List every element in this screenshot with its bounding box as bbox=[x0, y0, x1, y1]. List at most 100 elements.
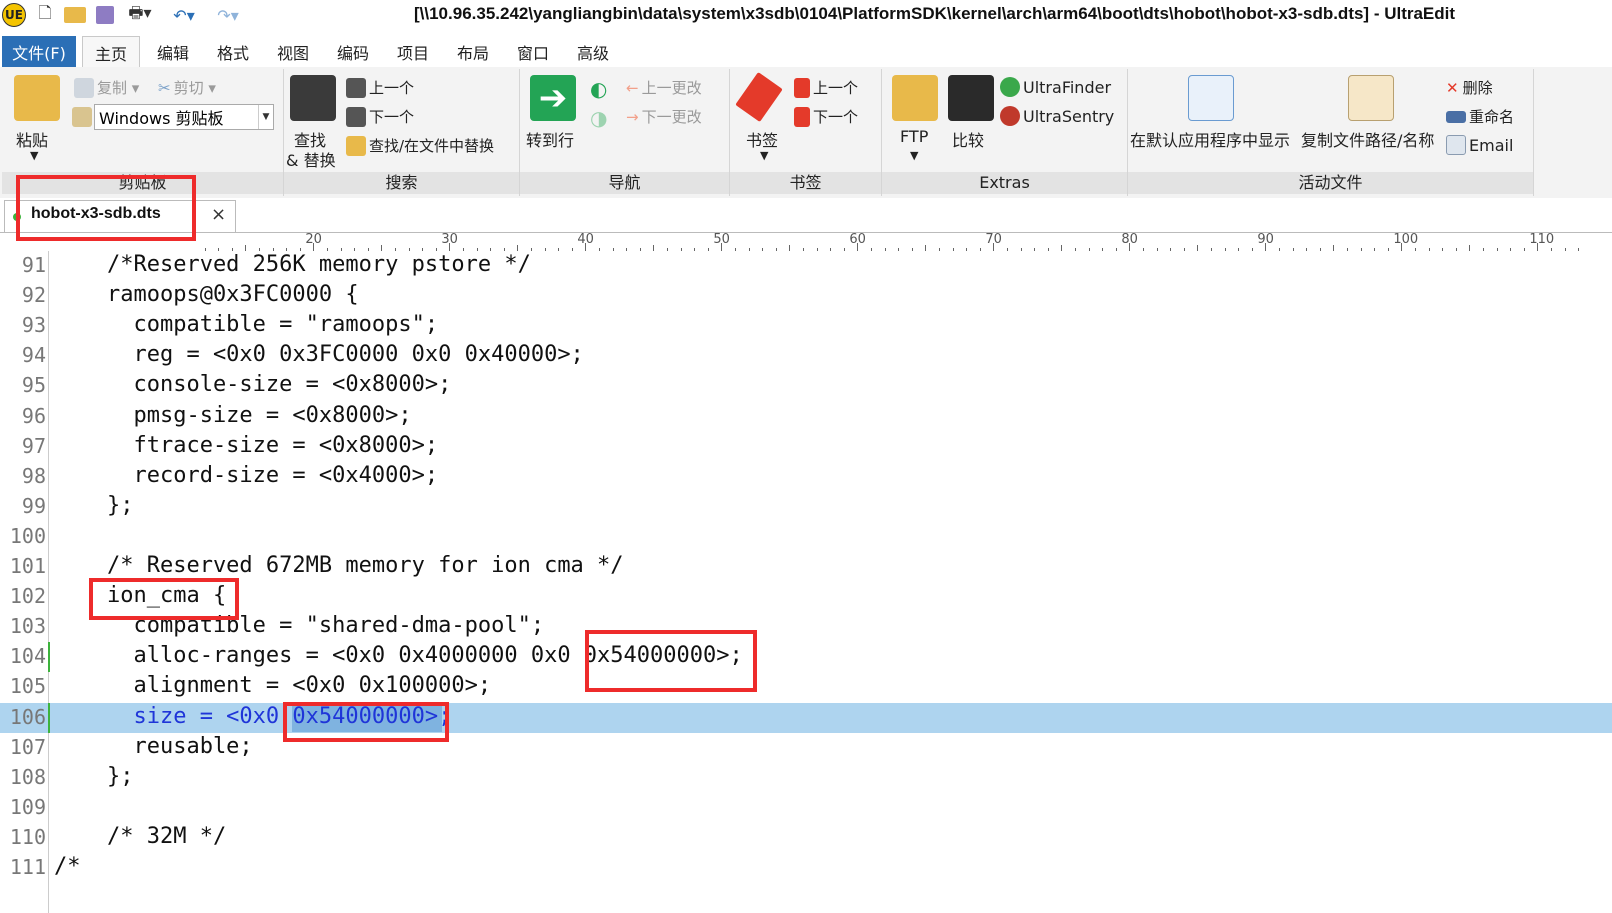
code-line[interactable]: 105 alignment = <0x0 0x100000>; bbox=[0, 672, 1612, 702]
undo-icon[interactable]: ↶▾ bbox=[164, 3, 204, 27]
prev-change-button[interactable]: ← 上一更改 bbox=[626, 77, 702, 98]
tab-advanced[interactable]: 高级 bbox=[566, 36, 620, 67]
code-text[interactable]: }; bbox=[54, 493, 134, 518]
find-next-button[interactable]: 下一个 bbox=[346, 106, 414, 127]
close-tab-icon[interactable]: × bbox=[211, 204, 226, 225]
code-text[interactable]: ftrace-size = <0x8000>; bbox=[54, 433, 438, 458]
rename-icon bbox=[1446, 110, 1466, 123]
bookmark-button[interactable]: 书签 bbox=[746, 127, 778, 151]
code-line[interactable]: 98 record-size = <0x4000>; bbox=[0, 462, 1612, 492]
code-text[interactable]: reg = <0x0 0x3FC0000 0x0 0x40000>; bbox=[54, 342, 583, 367]
code-text[interactable]: pmsg-size = <0x8000>; bbox=[54, 403, 411, 428]
code-text[interactable]: compatible = "shared-dma-pool"; bbox=[54, 613, 544, 638]
find-replace-label-2[interactable]: & 替换 bbox=[286, 147, 336, 171]
tab-edit[interactable]: 编辑 bbox=[146, 36, 200, 67]
code-line[interactable]: 92 ramoops@0x3FC0000 { bbox=[0, 281, 1612, 311]
code-line[interactable]: 104 alloc-ranges = <0x0 0x4000000 0x0 0x… bbox=[0, 642, 1612, 673]
bookmark-icon bbox=[735, 72, 783, 122]
find-in-files-button[interactable]: 查找/在文件中替换 bbox=[346, 135, 494, 156]
code-line[interactable]: 95 console-size = <0x8000>; bbox=[0, 371, 1612, 401]
arrow-right-icon: → bbox=[626, 107, 639, 126]
search-group-label: 搜索 bbox=[284, 172, 519, 194]
code-text[interactable]: ion_cma { bbox=[54, 583, 226, 608]
code-line[interactable]: 109 bbox=[0, 793, 1612, 823]
bookmark-prev-button[interactable]: 上一个 bbox=[794, 77, 858, 98]
code-text[interactable]: alignment = <0x0 0x100000>; bbox=[54, 673, 491, 698]
code-line[interactable]: 108 }; bbox=[0, 763, 1612, 793]
nav-forward-icon[interactable]: ◑ bbox=[590, 106, 607, 130]
compare-button[interactable]: 比较 bbox=[952, 127, 984, 151]
show-in-default-app-button[interactable]: 在默认应用程序中显示 bbox=[1130, 127, 1290, 151]
code-text[interactable]: compatible = "ramoops"; bbox=[54, 312, 438, 337]
navigation-group-label: 导航 bbox=[520, 172, 729, 194]
code-text[interactable]: record-size = <0x4000>; bbox=[54, 463, 438, 488]
file-tab[interactable]: hobot-x3-sdb.dts × bbox=[4, 200, 236, 232]
code-line[interactable]: 102 ion_cma { bbox=[0, 582, 1612, 612]
code-text[interactable]: /* Reserved 672MB memory for ion cma */ bbox=[54, 553, 624, 578]
code-line[interactable]: 94 reg = <0x0 0x3FC0000 0x0 0x40000>; bbox=[0, 341, 1612, 371]
paste-button[interactable]: 粘贴 bbox=[16, 127, 48, 151]
open-folder-icon[interactable] bbox=[62, 3, 88, 27]
code-text[interactable]: ramoops@0x3FC0000 { bbox=[54, 282, 359, 307]
code-line[interactable]: 93 compatible = "ramoops"; bbox=[0, 311, 1612, 341]
rename-file-button[interactable]: 重命名 bbox=[1446, 106, 1514, 127]
code-line[interactable]: 91 /*Reserved 256K memory pstore */ bbox=[0, 251, 1612, 281]
clipboard-select[interactable]: Windows 剪贴板 ▼ bbox=[94, 104, 274, 130]
code-line[interactable]: 101 /* Reserved 672MB memory for ion cma… bbox=[0, 552, 1612, 582]
ftp-button[interactable]: FTP bbox=[900, 127, 928, 146]
ultrasentry-button[interactable]: UltraSentry bbox=[1000, 106, 1114, 126]
bookmark-next-button[interactable]: 下一个 bbox=[794, 106, 858, 127]
menu-file[interactable]: 文件(F) bbox=[2, 36, 76, 67]
tab-project[interactable]: 项目 bbox=[386, 36, 440, 67]
code-line[interactable]: 99 }; bbox=[0, 492, 1612, 522]
cut-button[interactable]: ✂ 剪切 ▾ bbox=[158, 77, 216, 98]
code-text[interactable]: reusable; bbox=[54, 734, 252, 759]
new-file-icon[interactable]: 🗋 bbox=[34, 3, 56, 27]
code-text[interactable]: console-size = <0x8000>; bbox=[54, 372, 451, 397]
line-number: 99 bbox=[21, 493, 46, 518]
nav-back-icon[interactable]: ◐ bbox=[590, 77, 607, 101]
code-line[interactable]: 111 /* bbox=[0, 853, 1612, 883]
tab-format[interactable]: 格式 bbox=[206, 36, 260, 67]
delete-file-button[interactable]: ✕ 删除 bbox=[1446, 77, 1493, 98]
code-line[interactable]: 106 size = <0x0 0x54000000>; bbox=[0, 702, 1612, 733]
copy-button[interactable]: 复制 ▾ bbox=[74, 77, 139, 98]
bookmarks-group: 书签 ▼ 上一个 下一个 书签 bbox=[730, 69, 882, 196]
tab-window[interactable]: 窗口 bbox=[506, 36, 560, 67]
ultrafinder-icon bbox=[1000, 77, 1020, 97]
paste-dropdown-icon[interactable]: ▼ bbox=[30, 149, 38, 162]
extras-group-label: Extras bbox=[882, 172, 1127, 194]
code-line[interactable]: 100 bbox=[0, 522, 1612, 552]
bookmarks-group-label: 书签 bbox=[730, 172, 881, 194]
ultrafinder-button[interactable]: UltraFinder bbox=[1000, 77, 1111, 97]
code-text[interactable]: /* bbox=[54, 854, 81, 879]
save-icon[interactable] bbox=[92, 3, 118, 27]
code-line[interactable]: 103 compatible = "shared-dma-pool"; bbox=[0, 612, 1612, 642]
code-text[interactable]: /*Reserved 256K memory pstore */ bbox=[54, 252, 531, 277]
tab-home[interactable]: 主页 bbox=[82, 36, 140, 68]
tab-layout[interactable]: 布局 bbox=[446, 36, 500, 67]
print-icon[interactable]: 🖶▾ bbox=[122, 3, 158, 27]
ftp-dropdown-icon[interactable]: ▼ bbox=[910, 149, 918, 162]
copy-path-button[interactable]: 复制文件路径/名称 bbox=[1301, 127, 1434, 151]
tab-encoding[interactable]: 编码 bbox=[326, 36, 380, 67]
code-line[interactable]: 97 ftrace-size = <0x8000>; bbox=[0, 432, 1612, 462]
code-text[interactable]: size = <0x0 0x54000000>; bbox=[54, 704, 451, 729]
modified-line-marker bbox=[48, 702, 50, 733]
code-text[interactable]: }; bbox=[54, 764, 134, 789]
line-number: 91 bbox=[21, 253, 46, 277]
code-text[interactable]: /* 32M */ bbox=[54, 824, 226, 849]
code-line[interactable]: 110 /* 32M */ bbox=[0, 823, 1612, 853]
code-editor[interactable]: 91 /*Reserved 256K memory pstore */92 ra… bbox=[0, 251, 1612, 913]
ruler-label: 20 bbox=[305, 233, 322, 247]
redo-icon[interactable]: ↷▾ bbox=[208, 3, 248, 27]
find-prev-button[interactable]: 上一个 bbox=[346, 77, 414, 98]
next-change-button[interactable]: → 下一更改 bbox=[626, 106, 702, 127]
tab-view[interactable]: 视图 bbox=[266, 36, 320, 67]
email-button[interactable]: Email bbox=[1446, 135, 1513, 155]
code-line[interactable]: 107 reusable; bbox=[0, 733, 1612, 763]
bookmark-dropdown-icon[interactable]: ▼ bbox=[760, 149, 768, 162]
goto-line-button[interactable]: 转到行 bbox=[526, 127, 574, 151]
code-line[interactable]: 96 pmsg-size = <0x8000>; bbox=[0, 402, 1612, 432]
code-text[interactable]: alloc-ranges = <0x0 0x4000000 0x0 0x5400… bbox=[54, 643, 742, 668]
